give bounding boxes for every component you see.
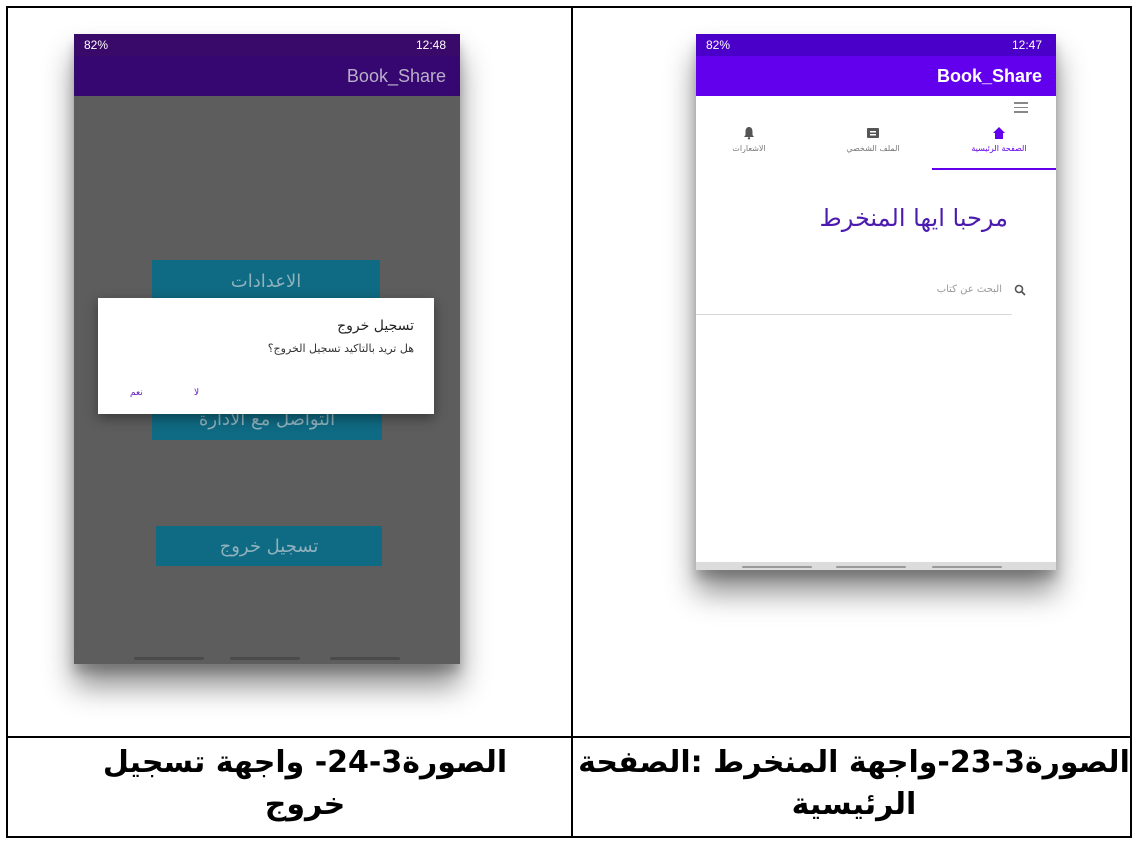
logout-screen-phone: 82% 12:48 Book_Share الاعدادات التواصل م… bbox=[74, 34, 460, 664]
dialog-title: تسجيل خروج bbox=[337, 318, 414, 334]
nav-hint bbox=[742, 566, 812, 568]
bell-icon bbox=[744, 127, 754, 140]
status-time: 12:48 bbox=[415, 38, 446, 52]
dialog-no-button[interactable]: لا bbox=[194, 388, 199, 398]
table-column-divider bbox=[571, 6, 573, 838]
caption-logout-figure: الصورة3-24- واجهة تسجيل خروج bbox=[102, 745, 508, 822]
table-row-divider bbox=[6, 736, 1132, 738]
status-time: 12:47 bbox=[1011, 38, 1042, 52]
dialog-yes-button[interactable]: نعم bbox=[130, 388, 143, 398]
search-icon bbox=[1014, 284, 1026, 296]
nav-hint bbox=[134, 657, 204, 660]
dialog-message: هل تريد بالتاكيد تسجيل الخروج؟ bbox=[267, 342, 414, 355]
settings-button[interactable]: الاعدادات bbox=[152, 260, 380, 302]
app-bar: Book_Share bbox=[74, 56, 460, 96]
nav-hint bbox=[230, 657, 300, 660]
search-underline bbox=[696, 314, 1012, 315]
search-input[interactable]: البحث عن كتاب bbox=[937, 284, 1002, 295]
nav-hint bbox=[330, 657, 400, 660]
nav-hint bbox=[932, 566, 1002, 568]
logout-dialog: تسجيل خروج هل تريد بالتاكيد تسجيل الخروج… bbox=[98, 298, 434, 414]
welcome-heading: مرحبا ايها المنخرط bbox=[819, 204, 1009, 232]
caption-home-figure: الصورة3-23-واجهة المنخرط :الصفحة الرئيسي… bbox=[578, 745, 1130, 822]
tab-notifications[interactable]: الاشعارات bbox=[696, 122, 802, 170]
profile-card-icon bbox=[867, 128, 879, 138]
logout-button[interactable]: تسجيل خروج bbox=[156, 526, 382, 566]
app-bar: Book_Share bbox=[696, 56, 1056, 96]
tab-profile[interactable]: الملف الشخصي bbox=[820, 122, 926, 170]
status-bar: 82% 12:48 bbox=[74, 34, 460, 56]
tab-bar: الصفحة الرئيسية الملف الشخصي الاشعارات bbox=[696, 122, 1056, 170]
battery-status: 82% bbox=[84, 38, 109, 52]
menu-icon[interactable] bbox=[1014, 102, 1028, 113]
home-icon bbox=[993, 127, 1005, 139]
tab-home-label: الصفحة الرئيسية bbox=[971, 144, 1027, 153]
app-title: Book_Share bbox=[936, 65, 1042, 86]
tab-home[interactable]: الصفحة الرئيسية bbox=[946, 122, 1052, 170]
battery-status: 82% bbox=[706, 38, 731, 52]
active-tab-indicator bbox=[932, 168, 1056, 170]
app-title: Book_Share bbox=[346, 65, 446, 86]
status-bar: 82% 12:47 bbox=[696, 34, 1056, 56]
nav-hint bbox=[836, 566, 906, 568]
home-screen-phone: 82% 12:47 Book_Share الصفحة الرئيسية الم… bbox=[696, 34, 1056, 570]
tab-notifications-label: الاشعارات bbox=[732, 144, 766, 153]
tab-profile-label: الملف الشخصي bbox=[846, 144, 900, 153]
